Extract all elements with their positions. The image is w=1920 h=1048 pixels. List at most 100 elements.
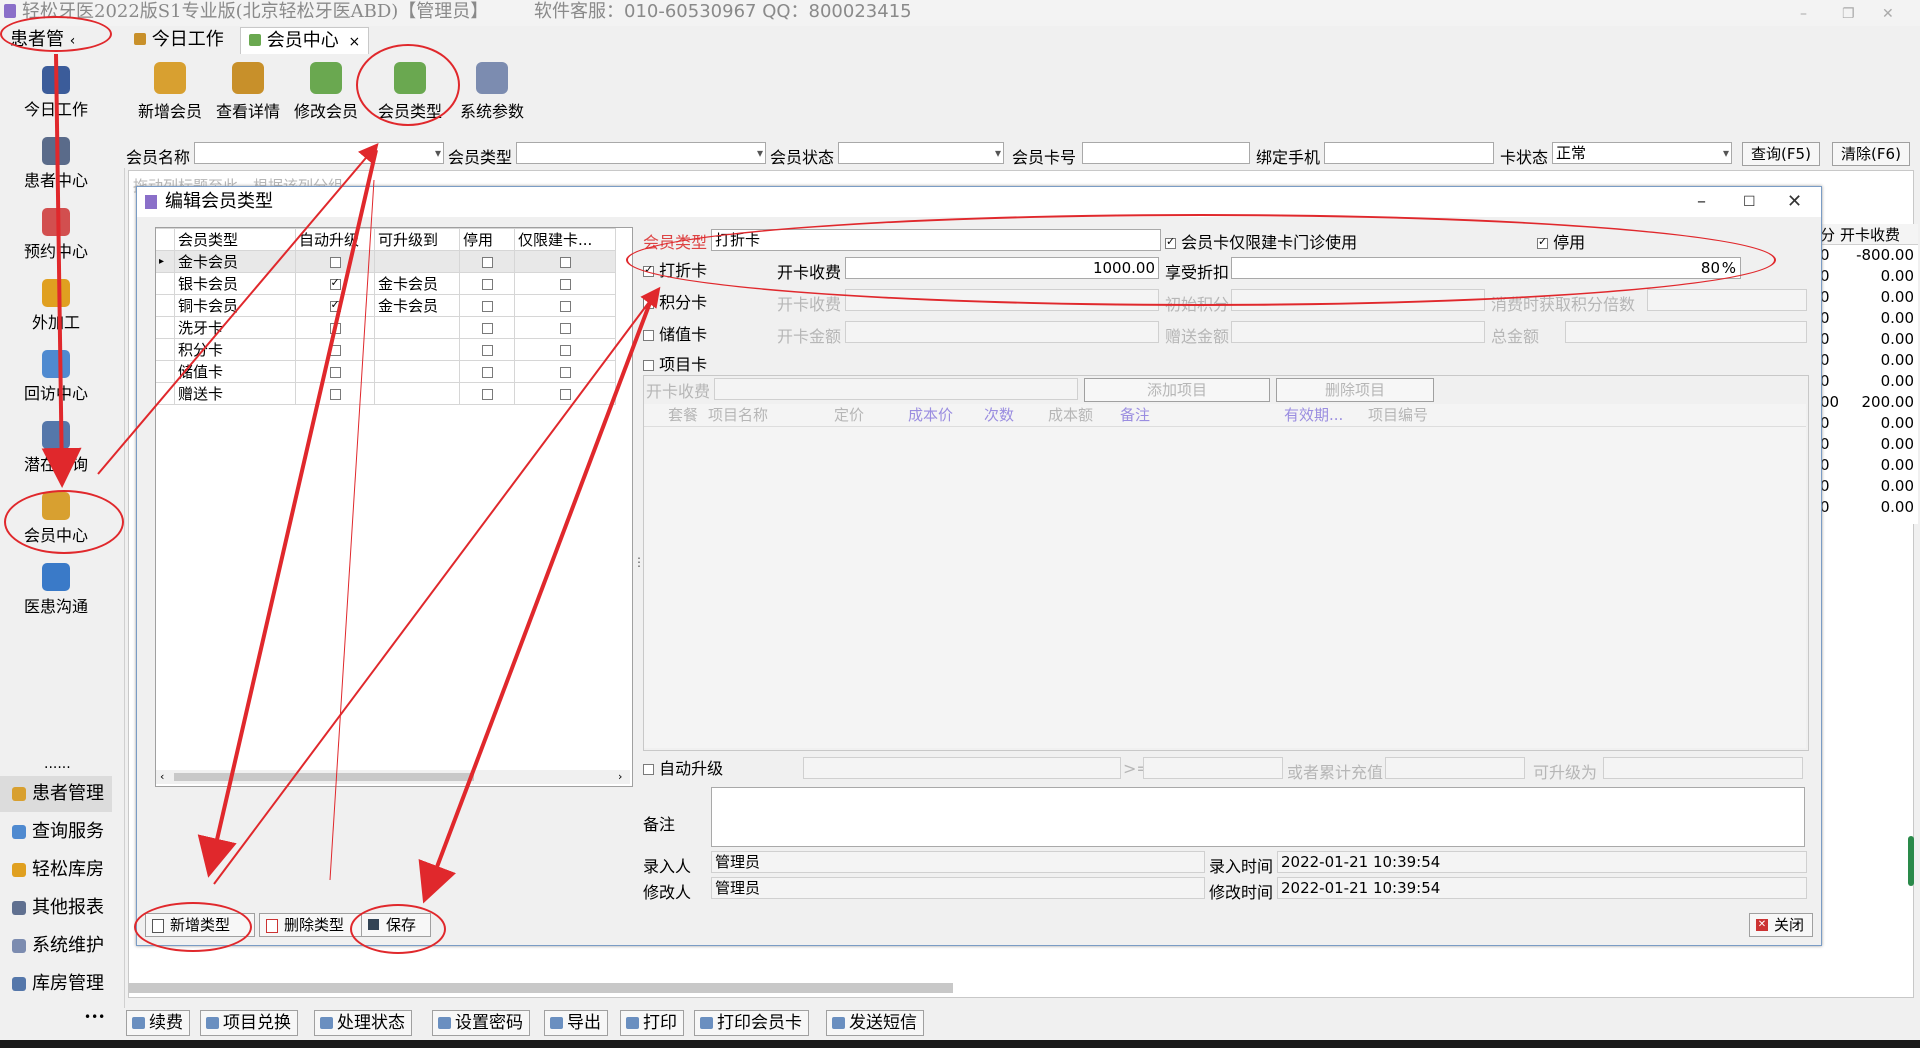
sidebar-item-patient-center[interactable]: 患者中心 [4, 133, 108, 199]
discount-input[interactable]: 80% [1231, 257, 1741, 279]
sidebar-nav-storage[interactable]: 库房管理 [0, 966, 112, 1002]
col-cost-amount[interactable]: 成本额 [1048, 404, 1093, 426]
scroll-thumb[interactable] [174, 773, 474, 781]
checkbox-icon[interactable] [329, 366, 341, 378]
table-row[interactable]: 赠送卡 [156, 382, 616, 405]
points-card-checkbox[interactable]: 积分卡 [643, 289, 707, 313]
table-row[interactable]: 铜卡会员 金卡会员 [156, 294, 616, 317]
tab-close-icon[interactable]: × [348, 34, 360, 50]
col-package[interactable]: 套餐 [668, 404, 698, 426]
card-status-select[interactable]: 正常 [1552, 142, 1732, 164]
sidebar-nav-patient-management[interactable]: 患者管理 [0, 776, 112, 812]
cell-member-type[interactable]: 铜卡会员 [174, 294, 296, 317]
cell-auto-upgrade[interactable] [295, 338, 375, 361]
item-fee-input[interactable] [714, 378, 1078, 400]
cell-auto-upgrade[interactable] [295, 382, 375, 405]
col-item-code[interactable]: 项目编号 [1368, 404, 1428, 426]
cell-disabled[interactable] [459, 382, 515, 405]
checkbox-icon[interactable] [643, 298, 654, 309]
sidebar-item-followup[interactable]: 回访中心 [4, 346, 108, 412]
row-indicator[interactable] [156, 338, 175, 361]
upgrade-condition-select[interactable] [803, 757, 1121, 779]
checkbox-icon[interactable] [643, 764, 654, 775]
entry-person-input[interactable]: 管理员 [711, 851, 1205, 873]
checkbox-icon[interactable] [481, 344, 493, 356]
cell-upgrade-to[interactable]: 金卡会员 [374, 294, 460, 317]
process-status-button[interactable]: 处理状态 [314, 1010, 412, 1036]
gift-amount-input[interactable] [1231, 321, 1485, 343]
close-button[interactable]: ✕ 关闭 [1749, 913, 1813, 937]
col-disabled[interactable]: 停用 [459, 228, 515, 251]
dialog-close-icon[interactable]: ✕ [1787, 187, 1802, 217]
modify-person-input[interactable]: 管理员 [711, 877, 1205, 899]
member-status-select[interactable] [838, 142, 1004, 164]
checkbox-icon[interactable] [329, 256, 341, 268]
sidebar-item-communication[interactable]: 医患沟通 [4, 559, 108, 625]
checkbox-icon[interactable] [559, 366, 571, 378]
checkbox-icon[interactable] [481, 388, 493, 400]
table-row[interactable]: 积分卡 [156, 338, 616, 361]
open-fee-input[interactable]: 1000.00 [845, 257, 1159, 279]
col-remark[interactable]: 备注 [1120, 404, 1150, 426]
col-item-name[interactable]: 项目名称 [708, 404, 768, 426]
cell-upgrade-to[interactable] [374, 316, 460, 339]
sidebar-item-consult[interactable]: 潜在咨询 [4, 417, 108, 483]
checkbox-icon[interactable] [329, 322, 341, 334]
cell-auto-upgrade[interactable] [295, 272, 375, 295]
cell-clinic-only[interactable] [514, 250, 616, 273]
cell-member-type[interactable]: 银卡会员 [174, 272, 296, 295]
col-times[interactable]: 次数 [984, 404, 1014, 426]
points-open-fee-input[interactable] [845, 289, 1159, 311]
modify-time-input[interactable]: 2022-01-21 10:39:54 [1277, 877, 1807, 899]
cell-auto-upgrade[interactable] [295, 294, 375, 317]
item-card-checkbox[interactable]: 项目卡 [643, 351, 707, 375]
checkbox-icon[interactable] [559, 388, 571, 400]
grid-hscroll[interactable]: ‹ › [156, 770, 630, 784]
type-name-input[interactable]: 打折卡 [711, 229, 1161, 251]
horizontal-scrollbar[interactable] [129, 983, 953, 993]
cell-auto-upgrade[interactable] [295, 360, 375, 383]
col-auto-upgrade[interactable]: 自动升级 [295, 228, 375, 251]
cell-disabled[interactable] [459, 250, 515, 273]
item-exchange-button[interactable]: 项目兑换 [200, 1010, 298, 1036]
edit-member-button[interactable]: 修改会员 [288, 62, 364, 122]
cell-upgrade-to[interactable]: 金卡会员 [374, 272, 460, 295]
checkbox-icon[interactable] [1537, 235, 1548, 249]
member-type-select[interactable] [516, 142, 766, 164]
add-type-button[interactable]: 新增类型 [145, 913, 255, 937]
bind-phone-input[interactable] [1324, 142, 1494, 164]
checkbox-icon[interactable] [559, 344, 571, 356]
sidebar-item-outsourcing[interactable]: 外加工 [4, 275, 108, 341]
cell-upgrade-to[interactable] [374, 338, 460, 361]
remark-textarea[interactable] [711, 787, 1805, 847]
table-row[interactable]: 洗牙卡 [156, 316, 616, 339]
view-details-button[interactable]: 查看详情 [210, 62, 286, 122]
cell-member-type[interactable]: 赠送卡 [174, 382, 296, 405]
col-member-type[interactable]: 会员类型 [174, 228, 296, 251]
member-name-input[interactable] [194, 142, 444, 164]
row-indicator[interactable] [156, 360, 175, 383]
checkbox-icon[interactable] [643, 330, 654, 341]
sidebar-nav-warehouse[interactable]: 轻松库房 [0, 852, 112, 888]
checkbox-icon[interactable] [329, 388, 341, 400]
tab-patient-management[interactable]: 患者管 ‹ [2, 27, 83, 53]
table-row[interactable]: 银卡会员 金卡会员 [156, 272, 616, 295]
tab-today-work[interactable]: 今日工作 [126, 27, 232, 53]
checkbox-icon[interactable] [481, 256, 493, 268]
cell-clinic-only[interactable] [514, 382, 616, 405]
save-button[interactable]: 保存 [361, 913, 431, 937]
checkbox-icon[interactable] [481, 300, 493, 312]
cell-member-type[interactable]: 储值卡 [174, 360, 296, 383]
points-multiple-input[interactable] [1647, 289, 1807, 311]
total-recharge-input[interactable] [1385, 757, 1525, 779]
send-sms-button[interactable]: 发送短信 [826, 1010, 924, 1036]
row-indicator[interactable] [156, 294, 175, 317]
cell-upgrade-to[interactable] [374, 250, 460, 273]
system-params-button[interactable]: 系统参数 [454, 62, 530, 122]
add-member-button[interactable]: 新增会员 [132, 62, 208, 122]
delete-type-button[interactable]: 删除类型 [259, 913, 371, 937]
cell-clinic-only[interactable] [514, 272, 616, 295]
col-valid-period[interactable]: 有效期... [1284, 404, 1343, 426]
init-points-input[interactable] [1231, 289, 1485, 311]
checkbox-icon[interactable] [559, 278, 571, 290]
